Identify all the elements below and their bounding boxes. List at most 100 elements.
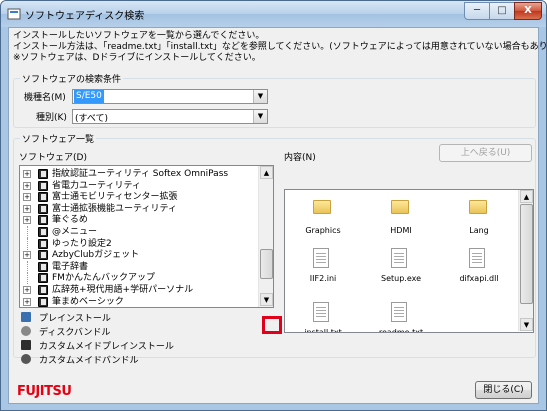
content-label: 内容(N) xyxy=(284,153,316,163)
tree-item-label: 省電力ユーティリティ xyxy=(52,180,141,191)
folder-icon xyxy=(391,200,411,224)
settings-file-icon xyxy=(313,248,333,272)
intro-line-1: インストールしたいソフトウェアを一覧から選んでください。 xyxy=(13,31,265,41)
content-scrollbar[interactable]: ▲ ▼ xyxy=(518,190,533,331)
expand-icon[interactable]: + xyxy=(23,170,31,178)
tree-item[interactable]: + 富士通モビリティセンター拡張 xyxy=(20,191,260,203)
software-book-icon xyxy=(38,285,48,295)
search-conditions-group: ソフトウェアの検索条件 機種名(M) S/E50 ▼ 種別(K) (すべて) ▼ xyxy=(13,72,536,128)
software-book-icon xyxy=(38,169,48,179)
tree-item-label: 富士通モビリティセンター拡張 xyxy=(52,192,178,203)
file-item[interactable]: HDMI xyxy=(371,194,431,235)
scroll-up-arrow-icon[interactable]: ▲ xyxy=(260,166,273,179)
tree-item[interactable]: + 省電力ユーティリティ xyxy=(20,180,260,192)
model-select[interactable]: S/E50 ▼ xyxy=(72,89,268,104)
software-book-icon xyxy=(38,273,48,284)
intro-line-2: インストール方法は、「readme.txt」「install.txt」などを参照… xyxy=(13,42,547,52)
scroll-thumb[interactable] xyxy=(260,249,273,279)
file-item[interactable]: Lang xyxy=(449,194,509,235)
legend-label: カスタムメイドバンドル xyxy=(39,356,139,366)
maximize-button[interactable]: □ xyxy=(489,2,515,20)
file-item[interactable]: difxapi.dll xyxy=(449,248,509,283)
file-item[interactable]: Setup.exe xyxy=(371,248,431,283)
tree-item-label: FMかんたんバックアップ xyxy=(52,273,155,284)
disc-bundle-icon xyxy=(21,326,31,336)
tree-item[interactable]: @メニュー xyxy=(20,226,260,238)
software-tree-label: ソフトウェア(D) xyxy=(19,153,87,163)
highlight-marker xyxy=(262,316,282,334)
folder-icon xyxy=(469,200,489,224)
expand-icon[interactable]: + xyxy=(23,181,31,190)
tree-item[interactable]: + AzbyClubガジェット xyxy=(20,249,260,261)
software-list-label: ソフトウェア一覧 xyxy=(20,132,97,145)
tree-connector-line xyxy=(27,260,28,273)
legend-label: カスタムメイドプレインストール xyxy=(39,342,174,352)
intro-text: インストールしたいソフトウェアを一覧から選んでください。 インストール方法は、「… xyxy=(13,31,547,64)
model-value: S/E50 xyxy=(74,90,104,103)
software-book-icon xyxy=(38,296,48,307)
tree-item[interactable]: + 筆まめベーシック xyxy=(20,296,260,307)
scroll-down-arrow-icon[interactable]: ▼ xyxy=(520,318,533,331)
software-tree[interactable]: + 指紋認証ユーティリティ Softex OmniPass + 省電力ユーティリティ +… xyxy=(19,165,274,308)
tree-item[interactable]: + 広辞苑+現代用語+学研パーソナル xyxy=(20,284,260,296)
folder-icon xyxy=(313,200,333,224)
tree-item-label: ゆったり設定2 xyxy=(52,238,112,249)
software-book-icon xyxy=(38,227,48,237)
expand-icon[interactable]: + xyxy=(23,216,31,225)
chevron-down-icon[interactable]: ▼ xyxy=(253,110,267,123)
setup-icon xyxy=(391,248,411,272)
file-name: Lang xyxy=(469,226,489,235)
software-book-icon xyxy=(38,192,48,203)
tree-item[interactable]: FMかんたんバックアップ xyxy=(20,272,260,285)
file-item[interactable]: install.txt xyxy=(293,302,353,333)
search-conditions-label: ソフトウェアの検索条件 xyxy=(20,72,124,85)
scroll-down-arrow-icon[interactable]: ▼ xyxy=(260,293,273,306)
tree-item[interactable]: + 筆ぐるめ xyxy=(20,214,260,226)
software-disk-search-window: ソフトウェアディスク検索 ─ □ X インストールしたいソフトウェアを一覧から選… xyxy=(0,0,547,411)
text-file-icon xyxy=(313,302,333,326)
expand-icon[interactable]: + xyxy=(23,297,31,306)
chevron-down-icon[interactable]: ▼ xyxy=(253,90,267,103)
up-button[interactable]: 上へ戻る(U) xyxy=(439,144,532,162)
scroll-up-arrow-icon[interactable]: ▲ xyxy=(520,190,533,203)
tree-item-label: @メニュー xyxy=(52,227,98,237)
close-button[interactable]: 閉じる(C) xyxy=(475,381,532,399)
window-title: ソフトウェアディスク検索 xyxy=(25,11,145,22)
scroll-thumb[interactable] xyxy=(520,204,533,304)
software-book-icon xyxy=(38,261,48,272)
content-list[interactable]: Graphics HDMI Lang IIF2.ini Setup.exe difxapi… xyxy=(284,189,534,333)
file-name: install.txt xyxy=(304,328,342,333)
software-book-icon xyxy=(38,203,48,214)
tree-item[interactable]: 電子辞書 xyxy=(20,260,260,273)
tree-connector-line xyxy=(27,226,28,238)
type-select[interactable]: (すべて) ▼ xyxy=(72,109,268,124)
expand-icon[interactable]: + xyxy=(23,193,31,202)
tree-item-label: 筆まめベーシック xyxy=(52,296,124,307)
tree-connector-line xyxy=(27,237,28,250)
tree-scrollbar[interactable]: ▲ ▼ xyxy=(258,166,273,307)
minimize-button[interactable]: ─ xyxy=(464,2,490,20)
tree-item-label: 電子辞書 xyxy=(52,261,89,272)
file-item[interactable]: readme.txt xyxy=(371,302,431,333)
tree-item[interactable]: ゆったり設定2 xyxy=(20,237,260,250)
fujitsu-logo: FUJITSU xyxy=(17,384,72,399)
file-name: Setup.exe xyxy=(380,274,422,283)
tree-item[interactable]: + 指紋認証ユーティリティ Softex OmniPass xyxy=(20,168,260,180)
expand-icon[interactable]: + xyxy=(23,204,31,213)
expand-icon[interactable]: + xyxy=(23,251,31,260)
dialog-body: インストールしたいソフトウェアを一覧から選んでください。 インストール方法は、「… xyxy=(8,27,546,404)
dll-file-icon xyxy=(469,248,489,272)
custom-preinstall-icon xyxy=(21,340,31,350)
file-name: readme.txt xyxy=(378,328,424,333)
text-file-icon xyxy=(391,302,411,326)
file-item[interactable]: Graphics xyxy=(293,194,353,235)
expand-icon[interactable]: + xyxy=(23,286,31,294)
tree-item[interactable]: + 富士通拡張機能ユーティリティ xyxy=(20,203,260,215)
file-name: Graphics xyxy=(305,226,341,235)
title-bar[interactable]: ソフトウェアディスク検索 ─ □ X xyxy=(1,1,546,27)
close-window-button[interactable]: X xyxy=(514,2,542,20)
type-label: 種別(K) xyxy=(36,113,67,123)
file-item[interactable]: IIF2.ini xyxy=(293,248,353,283)
tree-item-label: AzbyClubガジェット xyxy=(52,250,140,261)
type-value: (すべて) xyxy=(75,114,109,124)
